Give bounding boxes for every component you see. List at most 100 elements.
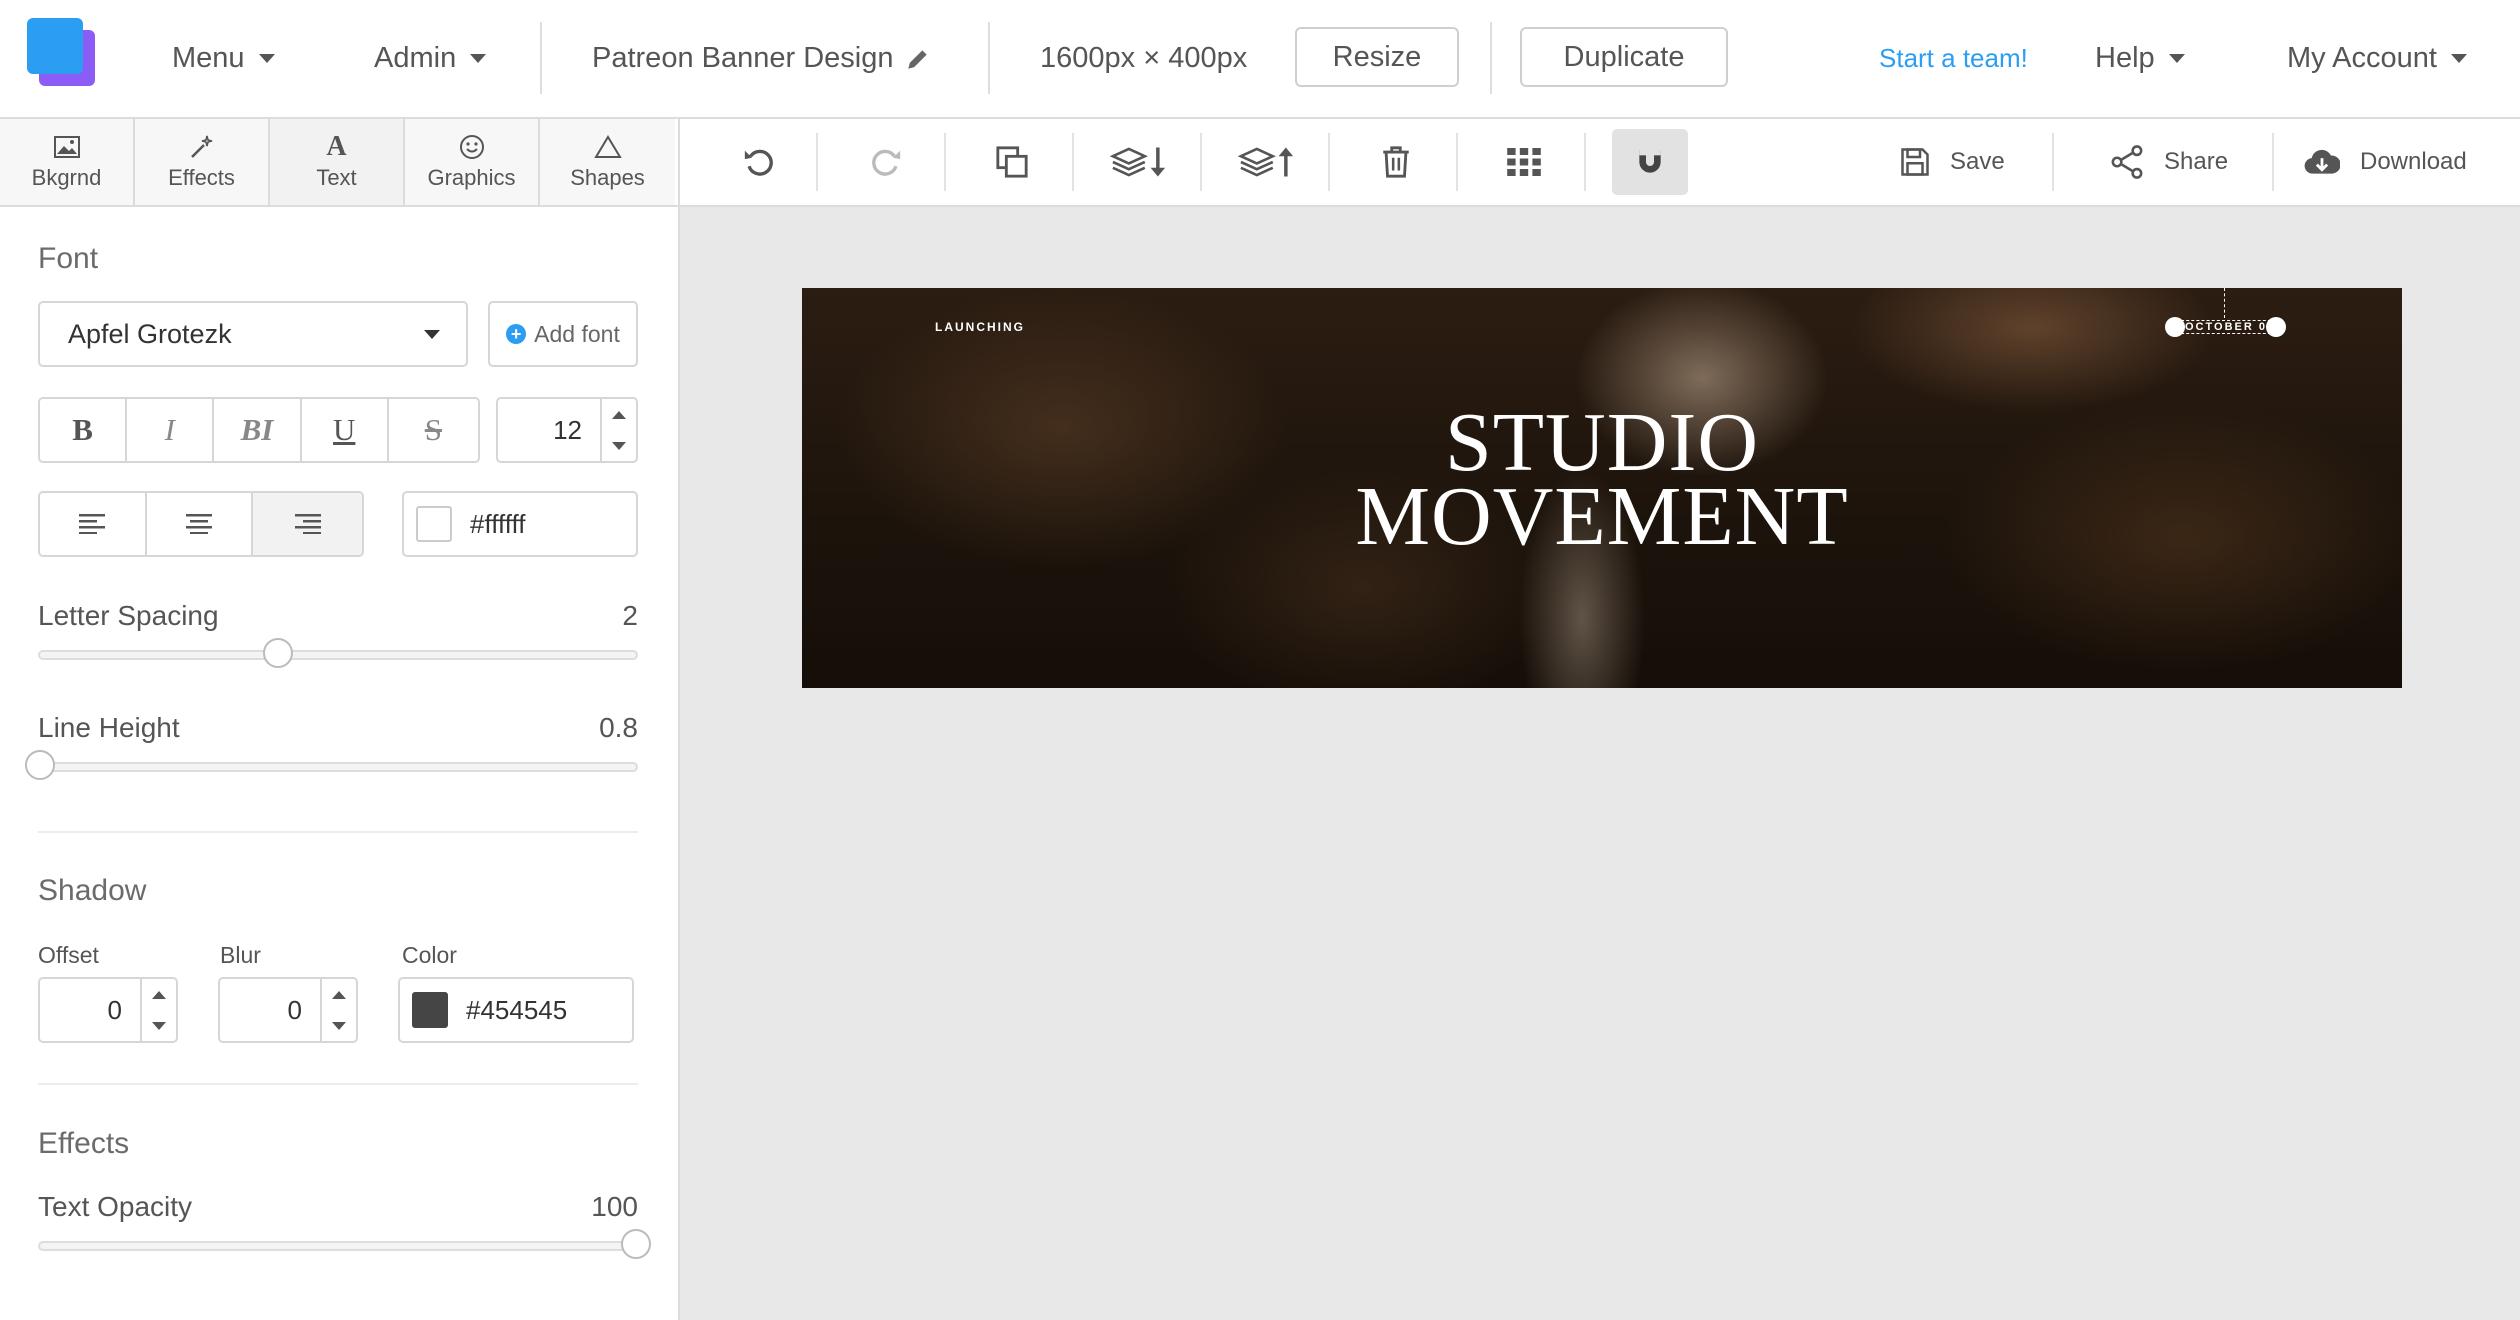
- tab-label: Graphics: [427, 165, 516, 190]
- bold-italic-button[interactable]: BI: [214, 399, 302, 461]
- arrow-up-icon[interactable]: [612, 410, 626, 419]
- share-button[interactable]: Share: [2110, 119, 2228, 205]
- align-left-button[interactable]: [40, 493, 147, 555]
- arrow-down-icon[interactable]: [152, 1021, 166, 1030]
- shadow-color-field[interactable]: #454545: [398, 977, 634, 1043]
- strikethrough-button[interactable]: S: [388, 399, 478, 461]
- tab-background[interactable]: Bkgrnd: [0, 119, 135, 205]
- undo-button[interactable]: [735, 119, 783, 205]
- arrow-up-icon[interactable]: [152, 990, 166, 999]
- shadow-color-value: #454545: [466, 994, 568, 1025]
- letter-spacing-row: Letter Spacing 2: [38, 600, 638, 632]
- stepper-arrows[interactable]: [320, 979, 356, 1041]
- bring-forward-button[interactable]: [1234, 119, 1300, 205]
- shadow-blur-stepper[interactable]: 0: [218, 977, 358, 1043]
- headline-text[interactable]: STUDIO MOVEMENT: [802, 401, 2402, 559]
- redo-button[interactable]: [862, 119, 910, 205]
- help-label: Help: [2095, 42, 2155, 74]
- align-right-button[interactable]: [253, 493, 362, 555]
- text-opacity-label: Text Opacity: [38, 1191, 193, 1222]
- app-logo[interactable]: [27, 18, 95, 86]
- stepper-arrows[interactable]: [140, 979, 176, 1041]
- slider-thumb[interactable]: [621, 1229, 651, 1259]
- text-color-value: #ffffff: [470, 508, 526, 539]
- font-family-select[interactable]: Apfel Grotezk: [38, 301, 468, 367]
- add-font-label: Add font: [534, 320, 620, 347]
- resize-handle-right[interactable]: [2266, 317, 2286, 337]
- arrow-up-icon[interactable]: [332, 990, 346, 999]
- text-icon: A: [326, 131, 347, 162]
- divider: [1584, 133, 1586, 191]
- menu-dropdown[interactable]: Menu: [172, 0, 275, 117]
- snap-toggle-button[interactable]: [1612, 129, 1688, 195]
- layer-down-icon: [1110, 147, 1166, 177]
- underline-button[interactable]: U: [301, 399, 389, 461]
- divider: [988, 22, 990, 94]
- copy-button[interactable]: [988, 119, 1036, 205]
- font-size-stepper[interactable]: 12: [496, 397, 638, 463]
- image-icon: [53, 133, 80, 161]
- divider: [2272, 133, 2274, 191]
- text-color-swatch[interactable]: [416, 506, 452, 542]
- arrow-down-icon[interactable]: [612, 441, 626, 450]
- design-canvas[interactable]: LAUNCHING STUDIO MOVEMENT OCTOBER 0: [802, 288, 2402, 688]
- admin-dropdown[interactable]: Admin: [374, 0, 487, 117]
- account-label: My Account: [2287, 42, 2437, 74]
- slider-thumb[interactable]: [263, 638, 294, 668]
- magic-wand-icon: [189, 133, 215, 161]
- tab-label: Effects: [168, 165, 235, 190]
- align-right-icon: [294, 514, 321, 534]
- chevron-down-icon: [470, 54, 487, 63]
- shadow-color-swatch[interactable]: [412, 992, 448, 1028]
- divider: [1200, 133, 1202, 191]
- shadow-offset-label: Offset: [38, 942, 99, 968]
- align-center-button[interactable]: [146, 493, 254, 555]
- pencil-icon[interactable]: [905, 46, 931, 72]
- text-style-group: B I BI U S: [38, 397, 480, 463]
- divider: [1072, 133, 1074, 191]
- text-opacity-slider[interactable]: [38, 1229, 651, 1259]
- date-text-selected[interactable]: OCTOBER 0: [2176, 320, 2276, 334]
- save-button[interactable]: Save: [1900, 119, 2005, 205]
- chevron-down-icon: [424, 330, 440, 339]
- sidebar-tabs: Bkgrnd Effects A Text Graphics Shapes: [0, 119, 678, 207]
- text-color-field[interactable]: #ffffff: [402, 491, 638, 557]
- effects-section-title: Effects: [38, 1127, 130, 1160]
- line-height-value: 0.8: [599, 712, 638, 743]
- admin-label: Admin: [374, 42, 457, 74]
- launching-text[interactable]: LAUNCHING: [935, 320, 1025, 334]
- letter-spacing-slider[interactable]: [38, 638, 638, 668]
- slider-thumb[interactable]: [25, 750, 55, 780]
- shadow-offset-stepper[interactable]: 0: [38, 977, 178, 1043]
- start-team-link[interactable]: Start a team!: [1879, 0, 2028, 117]
- account-dropdown[interactable]: My Account: [2287, 0, 2467, 117]
- resize-handle-left[interactable]: [2165, 317, 2185, 337]
- arrow-down-icon[interactable]: [332, 1021, 346, 1030]
- resize-button[interactable]: Resize: [1295, 27, 1459, 87]
- send-backward-button[interactable]: [1106, 119, 1172, 205]
- tab-text[interactable]: A Text: [270, 119, 405, 205]
- share-icon: [2111, 145, 2143, 179]
- divider: [38, 1083, 638, 1085]
- rotation-guide: [2224, 288, 2225, 318]
- download-button[interactable]: Download: [2304, 119, 2467, 205]
- add-font-button[interactable]: + Add font: [488, 301, 638, 367]
- shadow-blur-value: 0: [287, 994, 302, 1025]
- duplicate-button[interactable]: Duplicate: [1520, 27, 1728, 87]
- tab-graphics[interactable]: Graphics: [405, 119, 540, 205]
- line-height-slider[interactable]: [25, 750, 638, 780]
- help-dropdown[interactable]: Help: [2095, 0, 2185, 117]
- magnet-icon: [1639, 150, 1661, 173]
- grid-icon: [1507, 148, 1541, 176]
- tab-shapes[interactable]: Shapes: [540, 119, 675, 205]
- grid-button[interactable]: [1500, 119, 1548, 205]
- tab-effects[interactable]: Effects: [135, 119, 270, 205]
- plus-circle-icon: +: [506, 324, 527, 344]
- delete-button[interactable]: [1372, 119, 1420, 205]
- shadow-color-label: Color: [402, 942, 457, 968]
- italic-button[interactable]: I: [127, 399, 215, 461]
- design-name[interactable]: Patreon Banner Design: [592, 0, 931, 117]
- bold-button[interactable]: B: [40, 399, 128, 461]
- stepper-arrows[interactable]: [600, 399, 636, 461]
- trash-icon: [1383, 146, 1409, 178]
